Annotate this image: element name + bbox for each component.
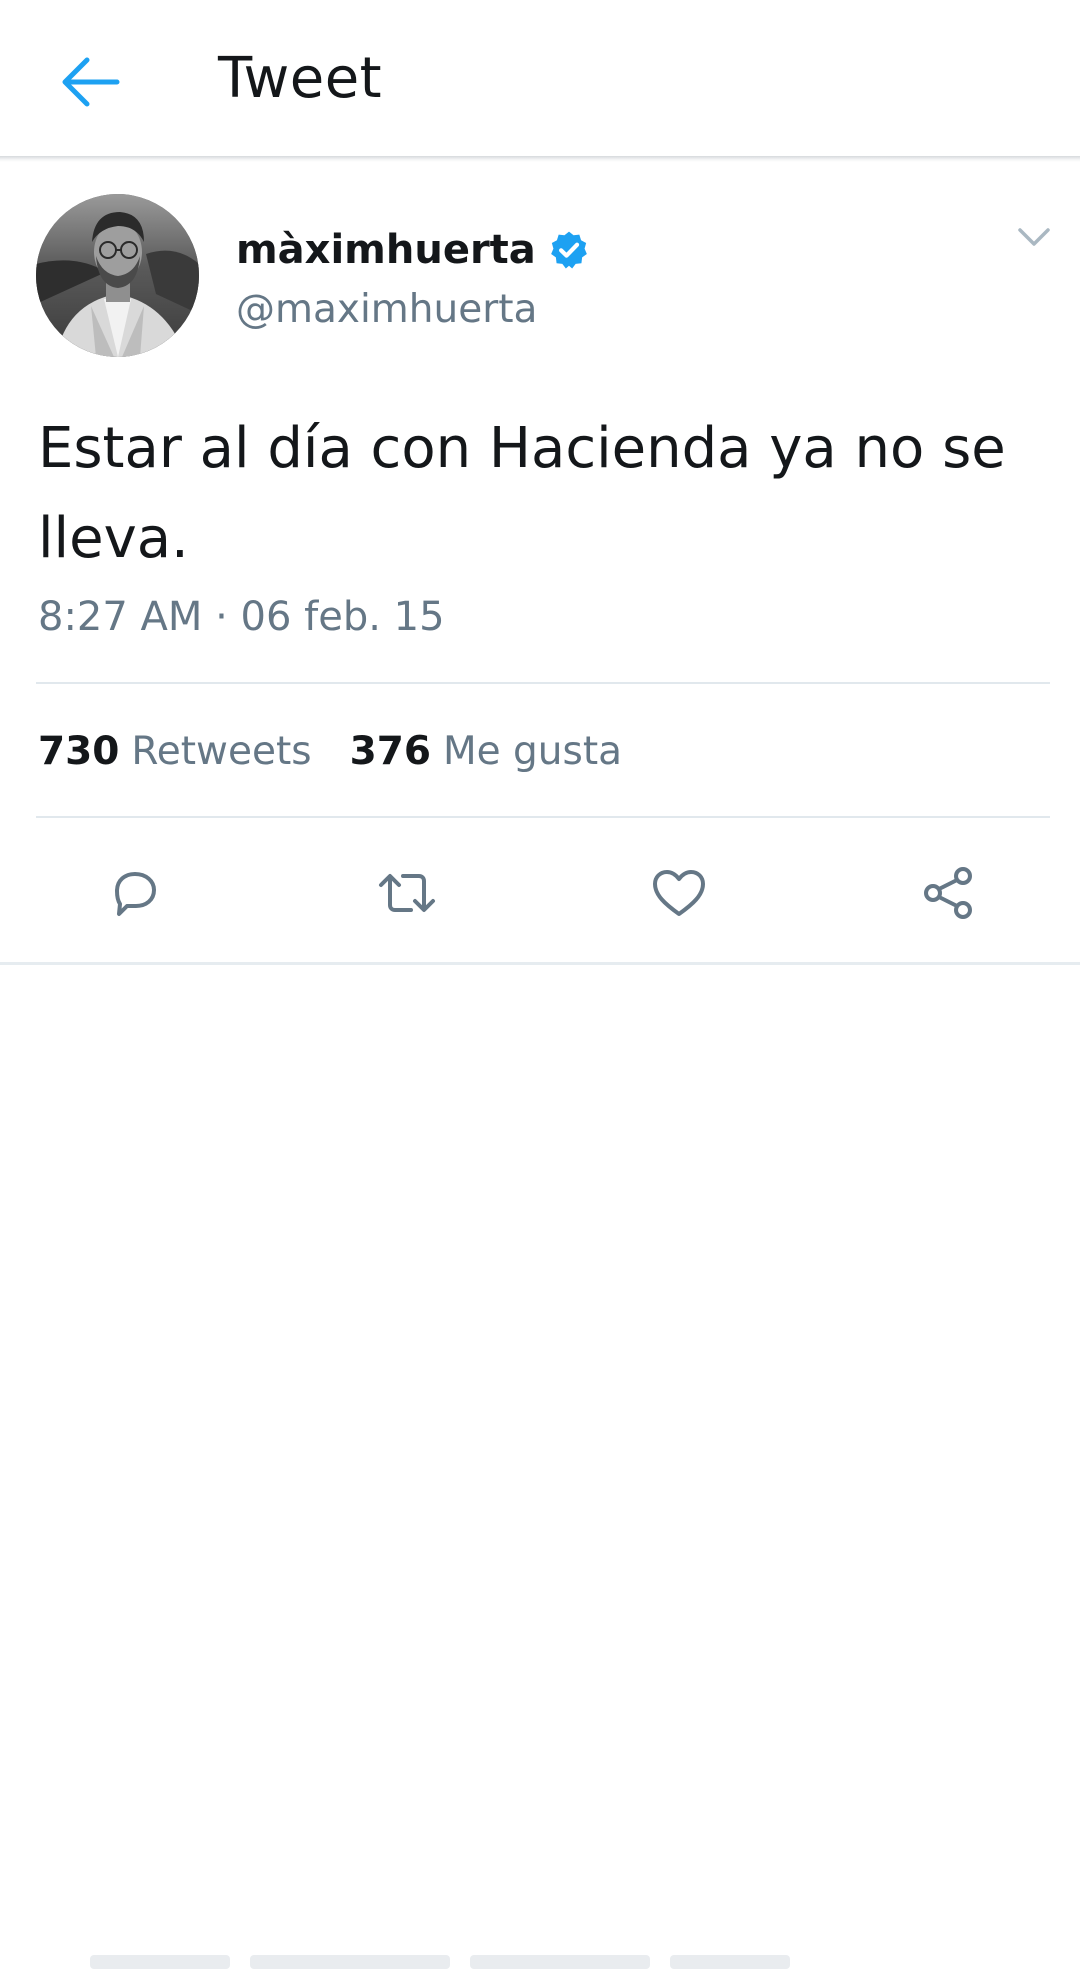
ghost-text	[670, 1955, 790, 1969]
reply-icon	[115, 872, 156, 916]
retweets-count[interactable]: 730	[38, 724, 119, 780]
author-display-name[interactable]: màximhuerta	[236, 225, 536, 275]
divider	[36, 682, 1050, 684]
tweet-text: Estar al día con Hacienda ya no se lleva…	[38, 416, 1006, 571]
ghost-text	[250, 1955, 450, 1969]
back-button[interactable]	[52, 44, 128, 120]
page-title: Tweet	[218, 46, 383, 111]
share-button[interactable]	[914, 858, 984, 928]
chevron-down-icon[interactable]	[1012, 220, 1056, 256]
like-button[interactable]	[644, 858, 714, 928]
author-name-row[interactable]: màximhuerta	[236, 222, 590, 278]
arrow-left-icon	[62, 57, 120, 107]
reply-button[interactable]	[100, 858, 170, 928]
ghost-text	[470, 1955, 650, 1969]
divider	[36, 816, 1050, 818]
retweet-icon	[379, 874, 435, 912]
tweet-stats: 730 Retweets 376 Me gusta	[38, 724, 622, 780]
likes-label[interactable]: Me gusta	[443, 724, 622, 780]
verified-badge-icon	[550, 231, 587, 269]
author-handle[interactable]: @maximhuerta	[236, 284, 537, 336]
ghost-text	[90, 1955, 230, 1969]
tweet-timestamp: 8:27 AM · 06 feb. 15	[38, 594, 445, 640]
heart-icon	[653, 870, 705, 916]
next-item-partial	[0, 965, 1080, 1969]
retweet-button[interactable]	[372, 858, 442, 928]
app-header: Tweet	[0, 0, 1080, 158]
share-icon	[924, 867, 972, 919]
avatar-image	[36, 194, 199, 357]
likes-count[interactable]: 376	[350, 724, 431, 780]
header-divider	[0, 156, 1080, 162]
retweets-label[interactable]: Retweets	[131, 724, 311, 780]
avatar[interactable]	[36, 194, 199, 357]
